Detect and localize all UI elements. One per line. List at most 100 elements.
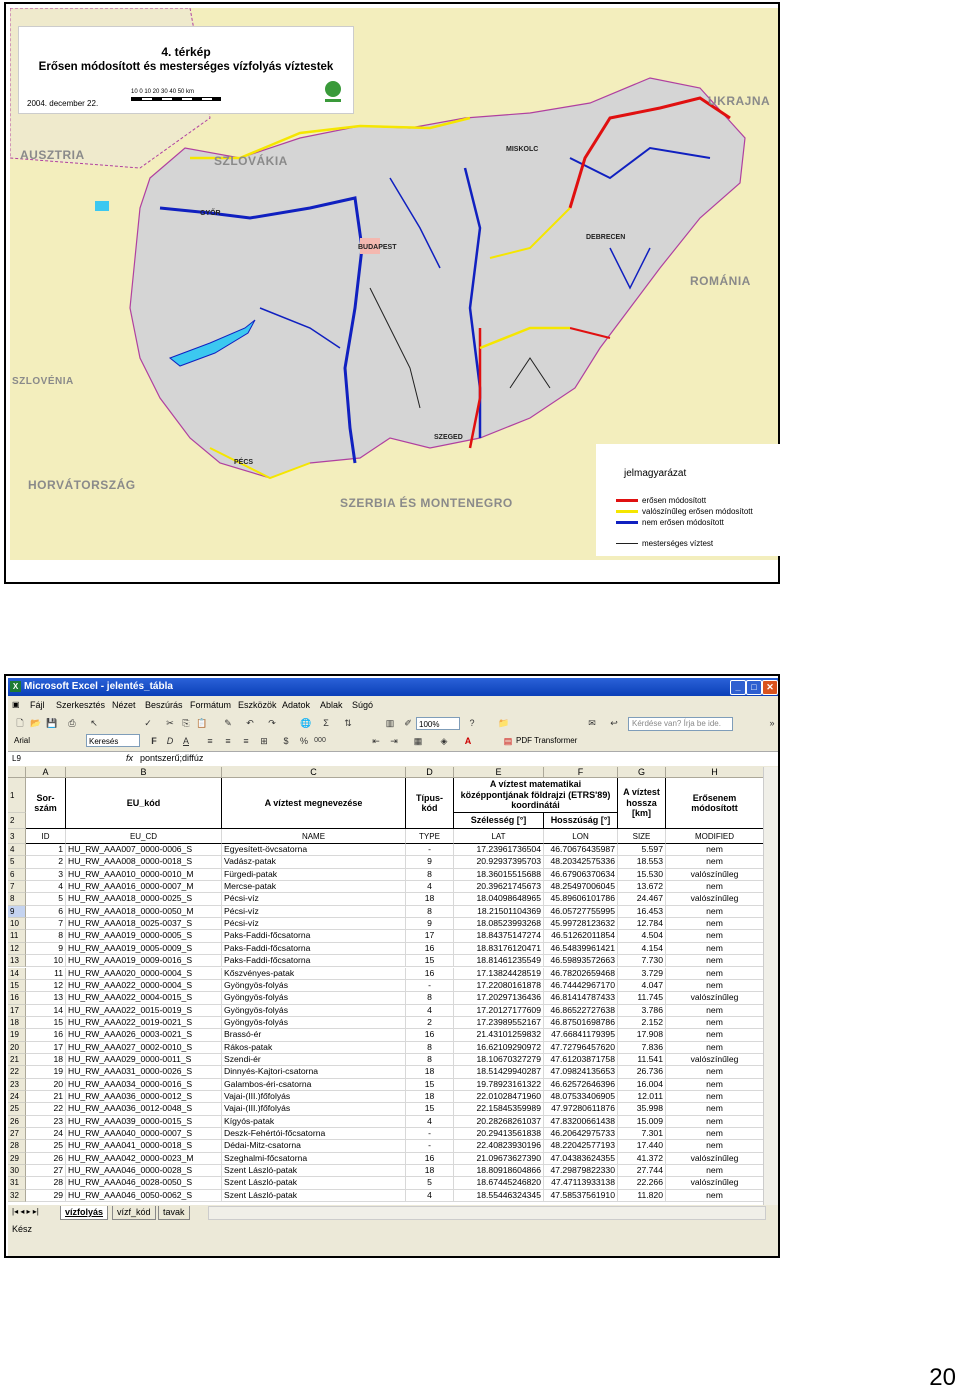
table-cell[interactable]: 18.67445246820 <box>454 1177 544 1190</box>
table-cell[interactable]: 9 <box>26 942 66 956</box>
table-cell[interactable]: valószínűleg <box>666 1152 764 1166</box>
print-icon[interactable]: ⎙ <box>66 717 78 729</box>
table-cell[interactable]: 15.009 <box>618 1115 666 1129</box>
table-cell[interactable]: 17.22080161878 <box>454 979 544 993</box>
header-modositott[interactable]: Erősenem módosított <box>666 778 764 829</box>
table-cell[interactable]: 47.58537561910 <box>544 1189 618 1203</box>
table-cell[interactable]: HU_RW_AAA046_0028-0050_S <box>66 1177 222 1190</box>
table-cell[interactable]: 20.39621745673 <box>454 881 544 894</box>
table-cell[interactable]: nem <box>666 1189 764 1203</box>
row-header[interactable]: 21 <box>8 1053 26 1067</box>
table-cell[interactable]: Gyöngyös-folyás <box>222 992 406 1005</box>
table-cell[interactable]: - <box>406 1140 454 1153</box>
table-cell[interactable]: nem <box>666 844 764 857</box>
table-cell[interactable]: 46.74442967170 <box>544 979 618 993</box>
table-cell[interactable]: nem <box>666 1115 764 1129</box>
row-header[interactable]: 3 <box>8 829 26 844</box>
row-header[interactable]: 12 <box>8 942 26 956</box>
table-cell[interactable]: 18.10670327279 <box>454 1053 544 1067</box>
table-cell[interactable]: 17 <box>406 930 454 943</box>
table-cell[interactable]: nem <box>666 1041 764 1054</box>
table-cell[interactable]: 46.67906370634 <box>544 868 618 882</box>
underline-icon[interactable]: A <box>180 735 192 747</box>
table-cell[interactable]: HU_RW_AAA046_0050-0062_S <box>66 1189 222 1203</box>
table-cell[interactable]: 18.08523993268 <box>454 918 544 931</box>
table-cell[interactable]: HU_RW_AAA041_0000-0018_S <box>66 1140 222 1153</box>
table-cell[interactable]: 47.66841179395 <box>544 1029 618 1042</box>
table-cell[interactable]: HU_RW_AAA040_0000-0007_S <box>66 1128 222 1141</box>
table-cell[interactable]: HU_RW_AAA022_0019-0021_S <box>66 1016 222 1030</box>
header-koordinatak[interactable]: A víztest matematikai középpontjának föl… <box>454 778 618 813</box>
table-cell[interactable]: 41.372 <box>618 1152 666 1166</box>
table-cell[interactable]: 17.13824428519 <box>454 967 544 980</box>
table-cell[interactable]: 4 <box>406 881 454 894</box>
align-center-icon[interactable]: ≡ <box>222 735 234 747</box>
table-cell[interactable]: 12 <box>26 979 66 993</box>
table-cell[interactable]: Szent László-patak <box>222 1165 406 1178</box>
table-cell[interactable]: 17.20297136436 <box>454 992 544 1005</box>
redo-icon[interactable]: ↷ <box>266 717 278 729</box>
column-header[interactable]: H <box>666 767 764 778</box>
minimize-button[interactable]: _ <box>730 680 746 695</box>
table-cell[interactable]: 11 <box>26 967 66 980</box>
table-cell[interactable]: 4 <box>406 1115 454 1129</box>
table-cell[interactable]: HU_RW_AAA019_0000-0005_S <box>66 930 222 943</box>
table-cell[interactable]: 14 <box>26 1004 66 1017</box>
table-cell[interactable]: 8 <box>406 905 454 919</box>
table-cell[interactable]: 23 <box>26 1115 66 1129</box>
table-cell[interactable]: 3.729 <box>618 967 666 980</box>
table-cell[interactable]: 47.72796457620 <box>544 1041 618 1054</box>
field-code-cell[interactable]: NAME <box>222 829 406 844</box>
table-cell[interactable]: 2 <box>26 856 66 869</box>
name-box[interactable]: L9 <box>10 752 96 765</box>
table-cell[interactable]: 17 <box>26 1041 66 1054</box>
table-cell[interactable]: valószínűleg <box>666 868 764 882</box>
table-cell[interactable]: HU_RW_AAA018_0025-0037_S <box>66 918 222 931</box>
table-cell[interactable]: HU_RW_AAA027_0002-0010_S <box>66 1041 222 1054</box>
row-header[interactable]: 10 <box>8 918 26 931</box>
menu-data[interactable]: Adatok <box>282 700 310 710</box>
table-cell[interactable]: nem <box>666 1029 764 1042</box>
table-cell[interactable]: 24 <box>26 1128 66 1141</box>
table-cell[interactable]: 20.29413561838 <box>454 1128 544 1141</box>
table-cell[interactable]: 18.21501104369 <box>454 905 544 919</box>
close-button[interactable]: ✕ <box>762 680 778 695</box>
table-cell[interactable]: 11.541 <box>618 1053 666 1067</box>
table-cell[interactable]: 25 <box>26 1140 66 1153</box>
table-cell[interactable]: 3 <box>26 868 66 882</box>
table-cell[interactable]: 48.07533406905 <box>544 1091 618 1104</box>
row-header[interactable]: 20 <box>8 1041 26 1054</box>
table-cell[interactable]: nem <box>666 1004 764 1017</box>
row-header[interactable]: 15 <box>8 979 26 993</box>
table-cell[interactable]: HU_RW_AAA022_0000-0004_S <box>66 979 222 993</box>
table-cell[interactable]: Kőszvényes-patak <box>222 967 406 980</box>
table-cell[interactable]: 9 <box>406 918 454 931</box>
menu-tools[interactable]: Eszközök <box>238 700 277 710</box>
table-cell[interactable]: Paks-Faddi-főcsatorna <box>222 930 406 943</box>
format-painter-icon[interactable]: ✎ <box>222 717 234 729</box>
table-cell[interactable]: 47.83200661438 <box>544 1115 618 1129</box>
table-cell[interactable]: HU_RW_AAA036_0012-0048_S <box>66 1103 222 1116</box>
table-cell[interactable]: 18.81461235549 <box>454 955 544 968</box>
table-cell[interactable]: HU_RW_AAA020_0000-0004_S <box>66 967 222 980</box>
table-cell[interactable]: 2.152 <box>618 1016 666 1030</box>
horizontal-scrollbar[interactable] <box>208 1206 766 1220</box>
table-cell[interactable]: 48.20342575336 <box>544 856 618 869</box>
save-icon[interactable]: 💾 <box>46 717 58 729</box>
table-cell[interactable]: Vajai-(III.)főfolyás <box>222 1091 406 1104</box>
table-cell[interactable]: 48.22042577193 <box>544 1140 618 1153</box>
table-cell[interactable]: 4.154 <box>618 942 666 956</box>
table-cell[interactable]: 7.301 <box>618 1128 666 1141</box>
table-cell[interactable]: 10 <box>26 955 66 968</box>
pdf-transformer-label[interactable]: PDF Transformer <box>516 736 577 745</box>
menu-insert[interactable]: Beszúrás <box>145 700 183 710</box>
row-header[interactable]: 14 <box>8 967 26 980</box>
row-header[interactable]: 18 <box>8 1016 26 1030</box>
table-cell[interactable]: 22.266 <box>618 1177 666 1190</box>
table-cell[interactable]: 18.84375147274 <box>454 930 544 943</box>
field-code-cell[interactable]: MODIFIED <box>666 829 764 844</box>
table-cell[interactable]: HU_RW_AAA022_0015-0019_S <box>66 1004 222 1017</box>
field-code-cell[interactable]: LAT <box>454 829 544 844</box>
thousands-icon[interactable]: 000 <box>314 735 326 747</box>
table-cell[interactable]: Vajai-(III.)főfolyás <box>222 1103 406 1116</box>
